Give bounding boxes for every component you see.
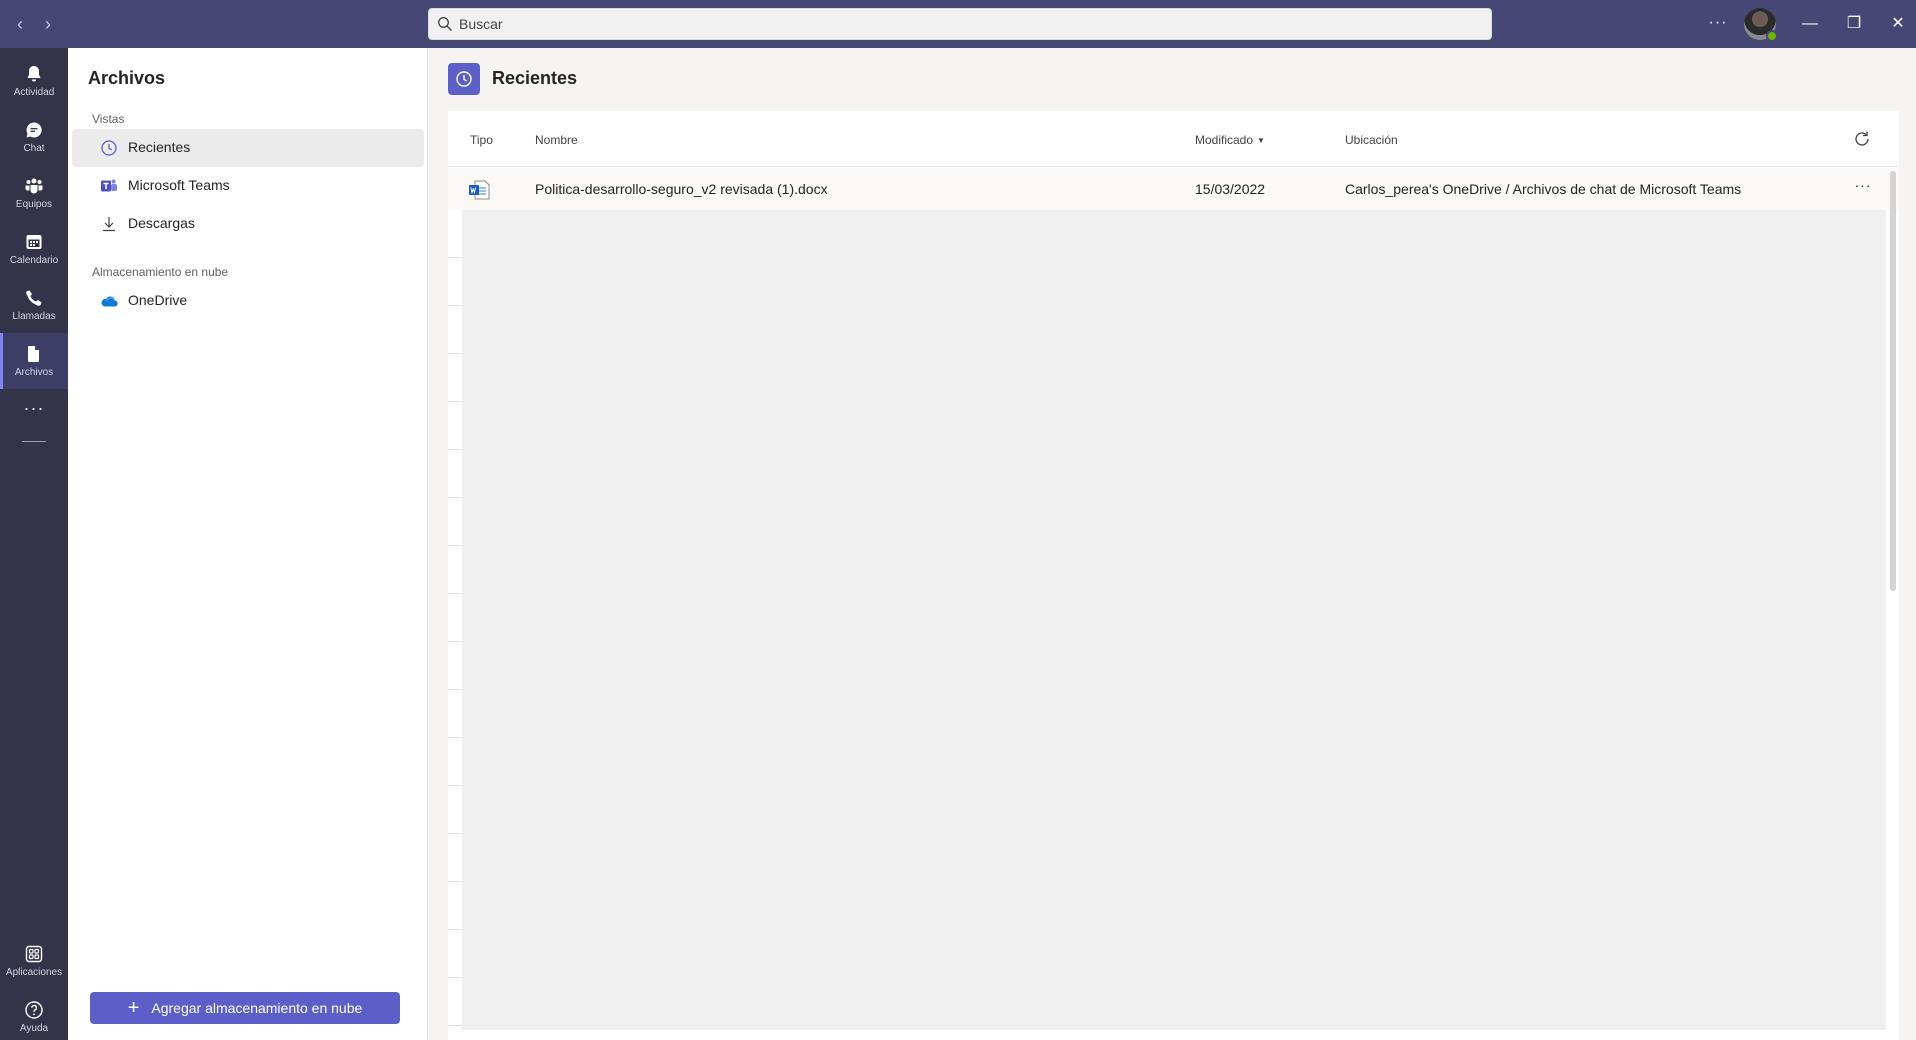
close-icon[interactable]: ✕ <box>1886 12 1910 36</box>
search-input[interactable] <box>459 16 1459 32</box>
word-doc-icon <box>469 180 490 200</box>
cloud-item-onedrive[interactable]: OneDrive <box>72 282 424 320</box>
rail-label: Chat <box>23 143 45 154</box>
row-more-options-icon[interactable]: ··· <box>1851 176 1875 200</box>
page-title: Recientes <box>492 68 578 88</box>
back-arrow-icon[interactable]: ‹ <box>8 12 32 36</box>
cloud-item-label: OneDrive <box>128 292 188 308</box>
rail-divider <box>22 441 46 442</box>
rail-label: Aplicaciones <box>5 967 63 978</box>
presence-available-icon <box>1766 30 1778 42</box>
rail-item-actividad[interactable]: Actividad <box>0 53 68 109</box>
onedrive-icon <box>101 296 118 307</box>
restore-icon[interactable]: ❐ <box>1842 12 1866 36</box>
rail-item-aplicaciones[interactable]: Aplicaciones <box>0 933 68 989</box>
rail-label: Archivos <box>14 367 54 378</box>
app-rail: Actividad Chat Equipos Calendario Llamad… <box>0 48 68 1040</box>
files-table: Tipo Nombre Modificado ▼ Ubicación Polit… <box>448 111 1899 1040</box>
more-apps-icon[interactable]: ··· <box>0 398 68 428</box>
view-item-label: Microsoft Teams <box>128 177 230 193</box>
rail-label: Llamadas <box>12 311 56 322</box>
rail-item-equipos[interactable]: Equipos <box>0 165 68 221</box>
search-box[interactable] <box>428 8 1492 40</box>
rail-item-llamadas[interactable]: Llamadas <box>0 277 68 333</box>
empty-list-area <box>462 210 1886 1030</box>
table-header: Tipo Nombre Modificado ▼ Ubicación <box>448 111 1899 167</box>
file-icon <box>28 346 39 362</box>
empty-rows-divider <box>448 210 462 1030</box>
download-icon <box>103 217 115 232</box>
forward-arrow-icon[interactable]: › <box>36 12 60 36</box>
view-item-descargas[interactable]: Descargas <box>72 205 424 243</box>
avatar[interactable] <box>1744 8 1778 42</box>
section-label-vistas: Vistas <box>92 112 125 126</box>
view-item-microsoft-teams[interactable]: Microsoft Teams <box>72 167 424 205</box>
pane-title: Archivos <box>88 68 166 88</box>
section-label-almacenamiento: Almacenamiento en nube <box>92 265 229 279</box>
add-cloud-storage-button[interactable]: + Agregar almacenamiento en nube <box>90 992 400 1024</box>
help-icon <box>25 1001 43 1019</box>
clock-icon <box>456 71 472 87</box>
apps-icon <box>25 945 43 963</box>
chat-icon <box>26 122 42 138</box>
calendar-icon <box>26 235 42 249</box>
file-modified: 15/03/2022 <box>1195 181 1266 197</box>
rail-label: Equipos <box>15 199 53 210</box>
rail-item-archivos[interactable]: Archivos <box>0 333 68 389</box>
recent-header-icon <box>448 63 480 95</box>
vertical-scrollbar[interactable] <box>1890 171 1896 591</box>
refresh-icon[interactable] <box>1852 129 1872 149</box>
column-header-nombre[interactable]: Nombre <box>535 133 578 147</box>
phone-icon <box>26 290 42 306</box>
rail-label: Actividad <box>13 87 55 98</box>
view-item-label: Recientes <box>128 139 191 155</box>
title-bar: ‹ › ··· — ❐ ✕ <box>0 0 1916 48</box>
rail-item-chat[interactable]: Chat <box>0 109 68 165</box>
minimize-icon[interactable]: — <box>1798 12 1822 36</box>
teams-icon <box>25 178 43 194</box>
settings-more-icon[interactable]: ··· <box>1704 10 1732 38</box>
file-name[interactable]: Politica-desarrollo-seguro_v2 revisada (… <box>535 181 828 197</box>
rail-label: Calendario <box>9 255 59 266</box>
search-icon <box>438 17 452 31</box>
microsoft-teams-icon <box>101 179 117 192</box>
column-header-tipo[interactable]: Tipo <box>470 133 493 147</box>
main-content: Recientes Tipo Nombre Modificado ▼ Ubica… <box>429 48 1916 1040</box>
plus-icon: + <box>127 997 140 1019</box>
rail-item-ayuda[interactable]: Ayuda <box>0 989 68 1040</box>
column-header-modificado[interactable]: Modificado ▼ <box>1195 133 1265 147</box>
table-row[interactable]: Politica-desarrollo-seguro_v2 revisada (… <box>448 168 1899 210</box>
clock-icon <box>101 140 117 156</box>
rail-item-calendario[interactable]: Calendario <box>0 221 68 277</box>
view-item-recientes[interactable]: Recientes <box>72 129 424 167</box>
column-header-modificado-label: Modificado <box>1195 133 1254 147</box>
sort-descending-icon: ▼ <box>1257 135 1265 145</box>
rail-label: Ayuda <box>19 1023 49 1034</box>
files-left-pane: Archivos Vistas Recientes Microsoft Team… <box>68 48 428 1040</box>
view-item-label: Descargas <box>128 215 195 231</box>
file-location: Carlos_perea's OneDrive / Archivos de ch… <box>1345 181 1742 197</box>
bell-icon <box>27 66 41 82</box>
column-header-ubicacion[interactable]: Ubicación <box>1345 133 1398 147</box>
add-cloud-storage-label: Agregar almacenamiento en nube <box>151 1000 363 1016</box>
